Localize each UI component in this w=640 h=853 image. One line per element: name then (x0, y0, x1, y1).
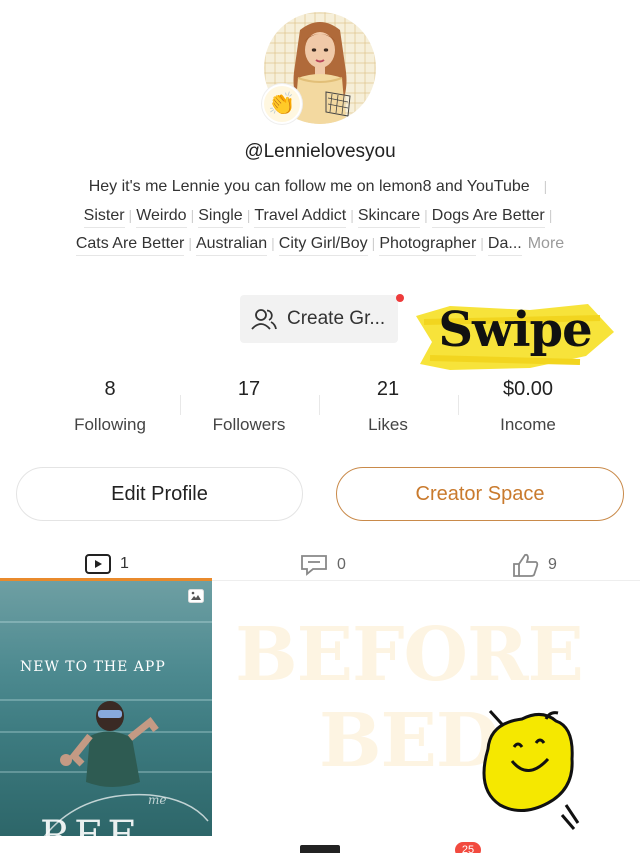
stat-likes-label: Likes (368, 415, 408, 434)
username: @Lennielovesyou (244, 141, 396, 162)
post-big-text: REF (40, 813, 140, 836)
tag-travel-addict[interactable]: Travel Addict (254, 207, 347, 228)
thumbs-up-icon (513, 553, 539, 577)
tab-comments[interactable]: 0 (299, 553, 346, 577)
video-icon (85, 554, 111, 574)
tab-likes-count: 9 (548, 556, 557, 573)
stat-income-label: Income (500, 415, 556, 434)
stat-divider (180, 395, 181, 415)
nav-center-icon[interactable] (300, 845, 340, 853)
tag-photographer[interactable]: Photographer (379, 235, 477, 256)
photo-icon (188, 589, 204, 603)
tab-likes[interactable]: 9 (512, 552, 557, 578)
stat-following[interactable]: 8 Following (40, 378, 180, 435)
tab-comments-count: 0 (337, 556, 346, 573)
notification-dot (396, 294, 404, 302)
lemon-character-icon (482, 709, 580, 830)
tab-posts-count: 1 (120, 555, 129, 572)
swimmer-figure (60, 701, 159, 787)
post-watermark: me (148, 793, 167, 807)
stat-followers[interactable]: 17 Followers (179, 378, 319, 435)
nav-badge: 25 (455, 842, 481, 853)
tag-dogs-are-better[interactable]: Dogs Are Better (431, 207, 545, 228)
stat-income[interactable]: $0.00 Income (458, 378, 598, 435)
create-group-label: Create Gr... (287, 308, 386, 329)
tag-skincare[interactable]: Skincare (357, 207, 421, 228)
tag-weirdo[interactable]: Weirdo (136, 207, 187, 228)
tag-single[interactable]: Single (198, 207, 243, 228)
tags-row-2: Cats Are Better | Australian | City Girl/Boy… (0, 235, 640, 256)
stat-divider (319, 395, 320, 415)
more-link[interactable]: More (528, 235, 564, 252)
stat-likes-value: 21 (376, 378, 400, 400)
content-tabs: 1 0 9 (0, 548, 640, 580)
stat-following-label: Following (74, 415, 146, 434)
group-icon (251, 309, 277, 330)
tag-sister[interactable]: Sister (83, 207, 125, 228)
tags-row-1: Sister | Weirdo | Single | Travel Addict | Skinc… (0, 207, 640, 228)
stats-bar: 8 Following 17 Followers 21 Likes $0.00 … (0, 378, 640, 438)
stat-followers-value: 17 (237, 378, 261, 400)
tag-cats-are-better[interactable]: Cats Are Better (75, 235, 185, 256)
post-thumbnail[interactable]: NEW TO THE APP me REF (0, 581, 212, 836)
tab-posts[interactable]: 1 (84, 553, 129, 575)
stat-income-value: $0.00 (502, 378, 554, 400)
create-group-button[interactable]: Create Gr... (240, 295, 398, 343)
stat-followers-label: Followers (212, 415, 286, 434)
creator-space-button[interactable]: Creator Space (336, 467, 624, 521)
pool-lane-line (0, 621, 212, 623)
stat-divider (458, 395, 459, 415)
post-caption: NEW TO THE APP (20, 659, 166, 675)
stat-following-value: 8 (104, 378, 116, 400)
tag-australian[interactable]: Australian (195, 235, 268, 256)
stat-likes[interactable]: 21 Likes (318, 378, 458, 435)
tag-city-girl-boy[interactable]: City Girl/Boy (278, 235, 368, 256)
bio-text: Hey it's me Lennie you can follow me on … (88, 178, 548, 195)
clapping-hands-icon: 👏 (262, 84, 302, 124)
tag-truncated[interactable]: Da... (487, 235, 522, 256)
comment-icon (301, 555, 327, 576)
swipe-sticker-text: Swipe (438, 302, 592, 358)
bio-line: Hey it's me Lennie you can follow me on … (88, 178, 530, 195)
edit-profile-button[interactable]: Edit Profile (16, 467, 303, 521)
